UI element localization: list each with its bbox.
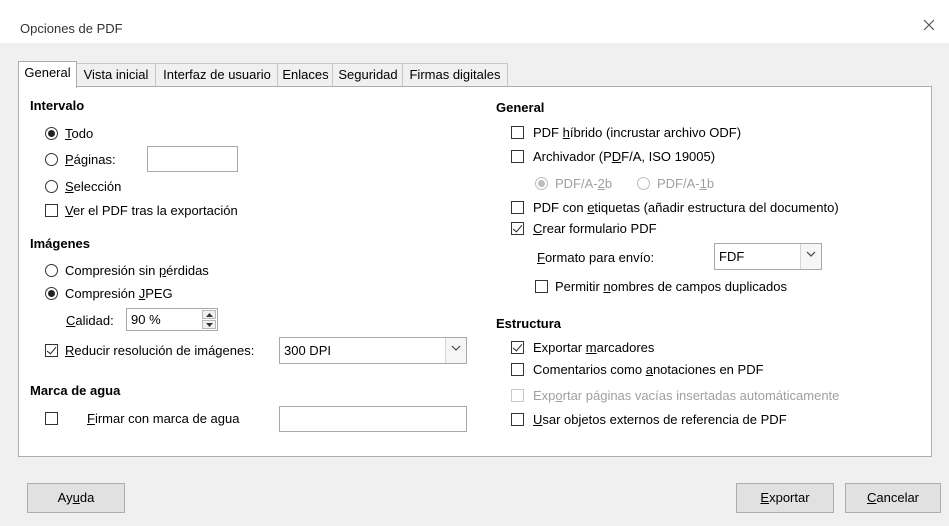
- radio-pages-label: Páginas:: [65, 152, 116, 167]
- watermark-label: Firmar con marca de agua: [87, 411, 240, 426]
- pdfa1b-label: PDF/A-1b: [657, 176, 715, 191]
- cancel-button[interactable]: Cancelar: [845, 483, 941, 513]
- radio-pdfa2b[interactable]: [535, 177, 548, 190]
- export-bookmarks-checkbox[interactable]: [511, 341, 524, 354]
- radio-all[interactable]: [45, 127, 58, 140]
- archive-label: Archivador (PDF/A, ISO 19005): [533, 149, 716, 164]
- pdfa2b-label: PDF/A-2b: [555, 176, 613, 191]
- external-refs-checkbox[interactable]: [511, 413, 524, 426]
- radio-selection[interactable]: [45, 180, 58, 193]
- spin-down-icon[interactable]: [202, 320, 216, 329]
- quality-spinbox[interactable]: 90 %: [126, 308, 218, 331]
- title-bar: Opciones de PDF: [0, 3, 949, 43]
- tagged-pdf-checkbox[interactable]: [511, 201, 524, 214]
- tab-digital-signatures[interactable]: Firmas digitales: [402, 63, 508, 86]
- pages-input[interactable]: [147, 146, 238, 172]
- chevron-down-icon[interactable]: [800, 244, 821, 269]
- structure-heading: Estructura: [496, 316, 562, 331]
- submit-format-dropdown[interactable]: FDF: [714, 243, 822, 270]
- submit-format-value: FDF: [719, 249, 745, 264]
- resolution-dropdown[interactable]: 300 DPI: [279, 337, 467, 364]
- tab-general[interactable]: General: [18, 61, 77, 88]
- external-refs-label: Usar objetos externos de referencia de P…: [533, 412, 787, 427]
- quality-spin-buttons[interactable]: [202, 310, 216, 329]
- tab-security[interactable]: Seguridad: [332, 63, 404, 86]
- tagged-pdf-label: PDF con etiquetas (añadir estructura del…: [533, 200, 839, 215]
- radio-lossless-label: Compresión sin pérdidas: [65, 263, 209, 278]
- radio-pages[interactable]: [45, 153, 58, 166]
- archive-checkbox[interactable]: [511, 150, 524, 163]
- images-heading: Imágenes: [30, 236, 90, 251]
- interval-heading: Intervalo: [30, 98, 85, 113]
- empty-pages-checkbox[interactable]: [511, 389, 524, 402]
- watermark-heading: Marca de agua: [30, 383, 121, 398]
- comments-label: Comentarios como anotaciones en PDF: [533, 362, 764, 377]
- watermark-input[interactable]: [279, 406, 467, 432]
- tab-user-interface[interactable]: Interfaz de usuario: [155, 63, 279, 86]
- create-form-label: Crear formulario PDF: [533, 221, 657, 236]
- create-form-checkbox[interactable]: [511, 222, 524, 235]
- duplicate-field-names-label: Permitir nombres de campos duplicados: [555, 279, 787, 294]
- spin-up-icon[interactable]: [202, 310, 216, 319]
- radio-jpeg[interactable]: [45, 287, 58, 300]
- comments-checkbox[interactable]: [511, 363, 524, 376]
- window-title: Opciones de PDF: [20, 21, 123, 36]
- export-bookmarks-label: Exportar marcadores: [533, 340, 655, 355]
- tab-links[interactable]: Enlaces: [277, 63, 334, 86]
- quality-label: Calidad:: [66, 313, 114, 328]
- help-button[interactable]: Ayuda: [27, 483, 125, 513]
- radio-selection-label: Selección: [65, 179, 122, 194]
- radio-pdfa1b[interactable]: [637, 177, 650, 190]
- general-heading: General: [496, 100, 545, 115]
- duplicate-field-names-checkbox[interactable]: [535, 280, 548, 293]
- watermark-checkbox[interactable]: [45, 412, 58, 425]
- resolution-value: 300 DPI: [284, 343, 331, 358]
- hybrid-pdf-checkbox[interactable]: [511, 126, 524, 139]
- quality-value: 90 %: [131, 312, 161, 327]
- radio-jpeg-label: Compresión JPEG: [65, 286, 173, 301]
- tab-initial-view[interactable]: Vista inicial: [75, 63, 157, 86]
- view-after-export-label: Ver el PDF tras la exportación: [65, 203, 238, 218]
- hybrid-pdf-label: PDF híbrido (incrustar archivo ODF): [533, 125, 742, 140]
- empty-pages-label: Exportar páginas vacías insertadas autom…: [533, 388, 840, 403]
- export-button[interactable]: Exportar: [736, 483, 834, 513]
- chevron-down-icon[interactable]: [445, 338, 466, 363]
- radio-lossless[interactable]: [45, 264, 58, 277]
- close-icon[interactable]: [921, 17, 937, 33]
- reduce-resolution-label: Reducir resolución de imágenes:: [65, 343, 255, 358]
- radio-all-label: Todo: [65, 126, 94, 141]
- reduce-resolution-checkbox[interactable]: [45, 344, 58, 357]
- view-after-export-checkbox[interactable]: [45, 204, 58, 217]
- submit-format-label: Formato para envío:: [537, 250, 655, 265]
